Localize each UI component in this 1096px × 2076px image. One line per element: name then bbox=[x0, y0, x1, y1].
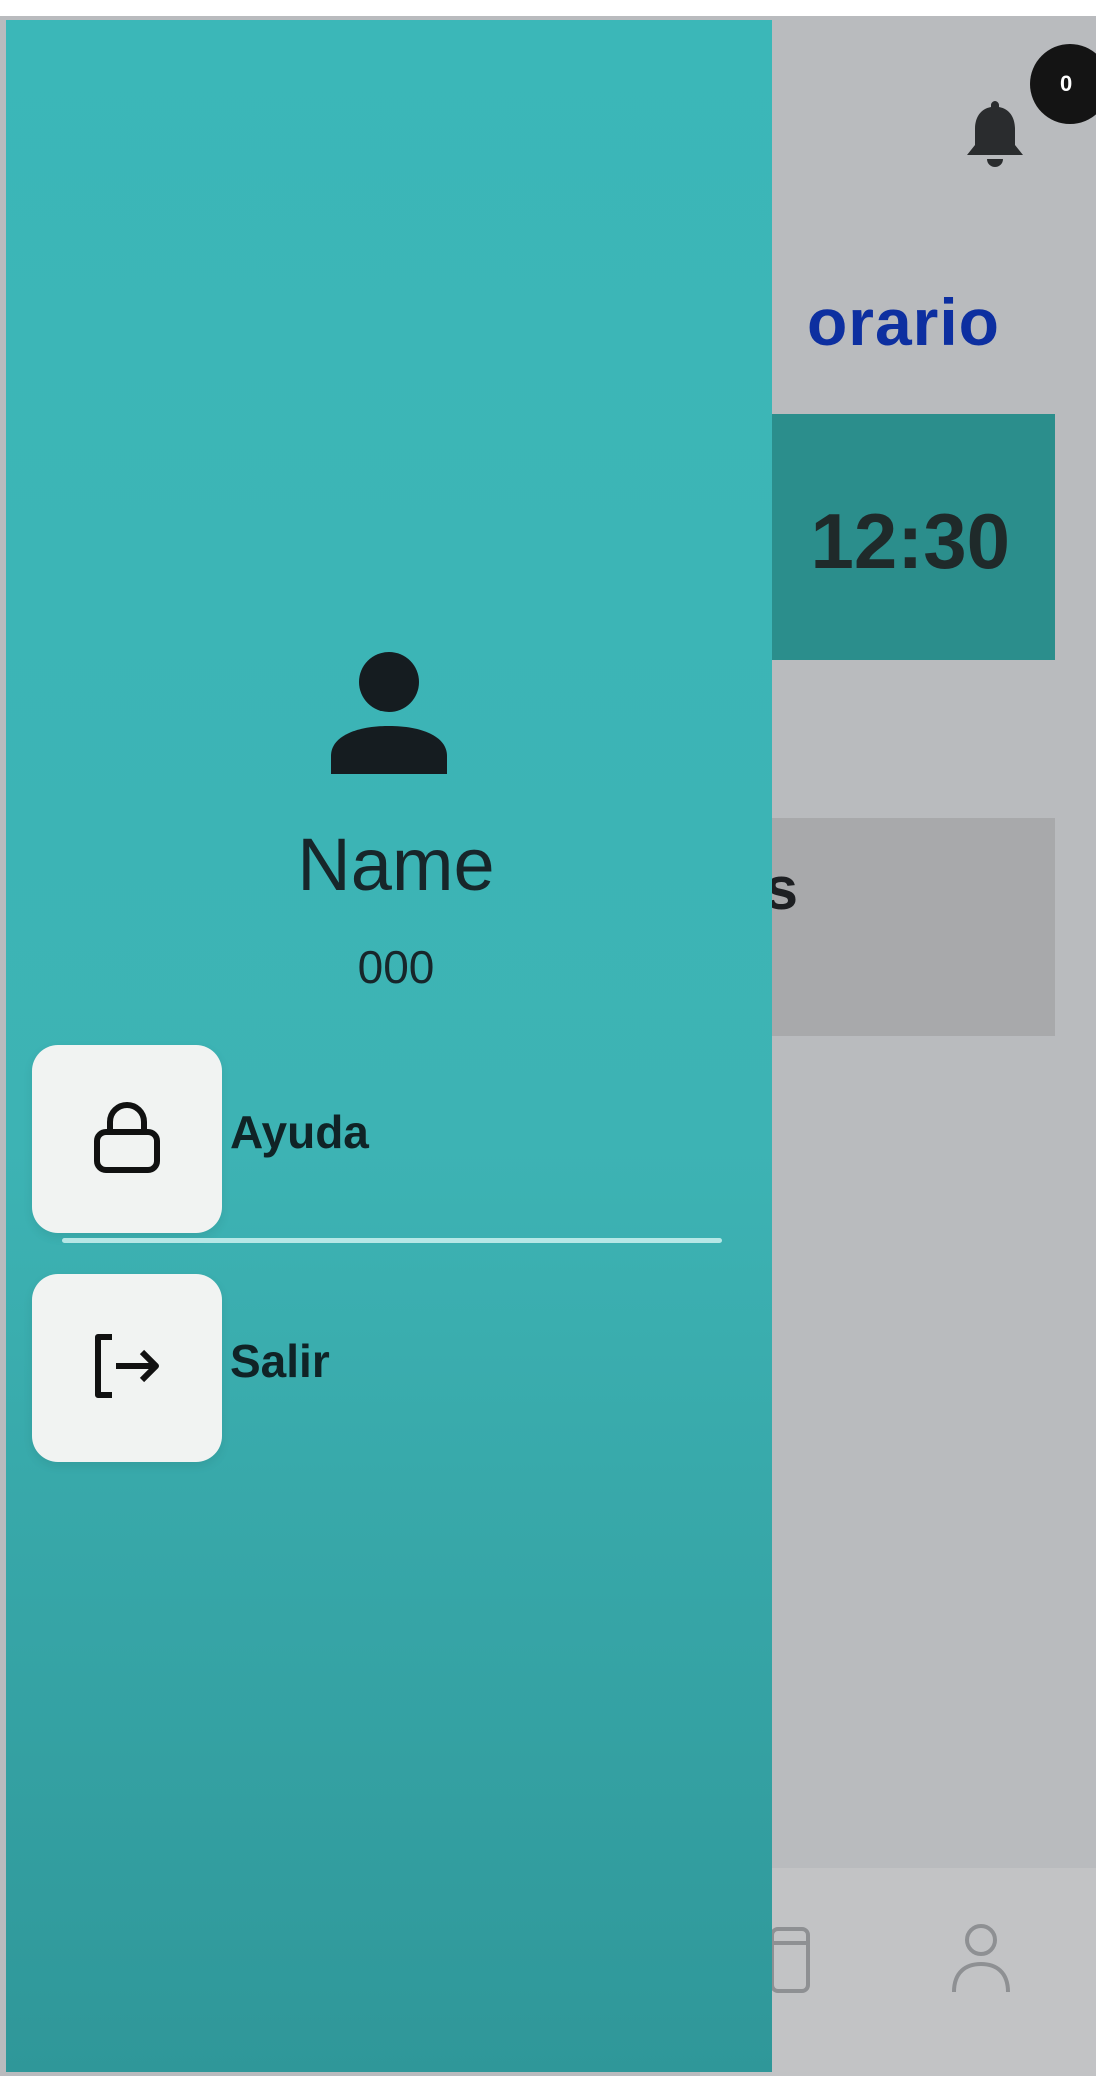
side-drawer: Name 000 Ayuda Salir bbox=[6, 20, 772, 2072]
menu-item-label: Salir bbox=[230, 1335, 330, 1387]
time-value: 12:30 bbox=[810, 497, 1011, 585]
bell-icon bbox=[963, 97, 1027, 174]
menu-icon-box bbox=[32, 1274, 222, 1462]
logout-icon bbox=[92, 1333, 162, 1404]
profile-id: 000 bbox=[357, 941, 435, 993]
menu-item-salir[interactable]: Salir bbox=[32, 1273, 692, 1463]
lock-icon bbox=[92, 1100, 162, 1179]
menu-divider bbox=[62, 1238, 722, 1243]
menu-item-label: Ayuda bbox=[230, 1106, 369, 1158]
profile-name: Name bbox=[297, 823, 495, 906]
app-screen: 0 orario 12:30 s Name 000 Ayuda Salir bbox=[0, 16, 1096, 2076]
menu-item-ayuda[interactable]: Ayuda bbox=[32, 1044, 692, 1234]
person-icon bbox=[324, 652, 454, 792]
menu-icon-box bbox=[32, 1045, 222, 1233]
user-icon[interactable] bbox=[946, 1918, 1016, 1998]
